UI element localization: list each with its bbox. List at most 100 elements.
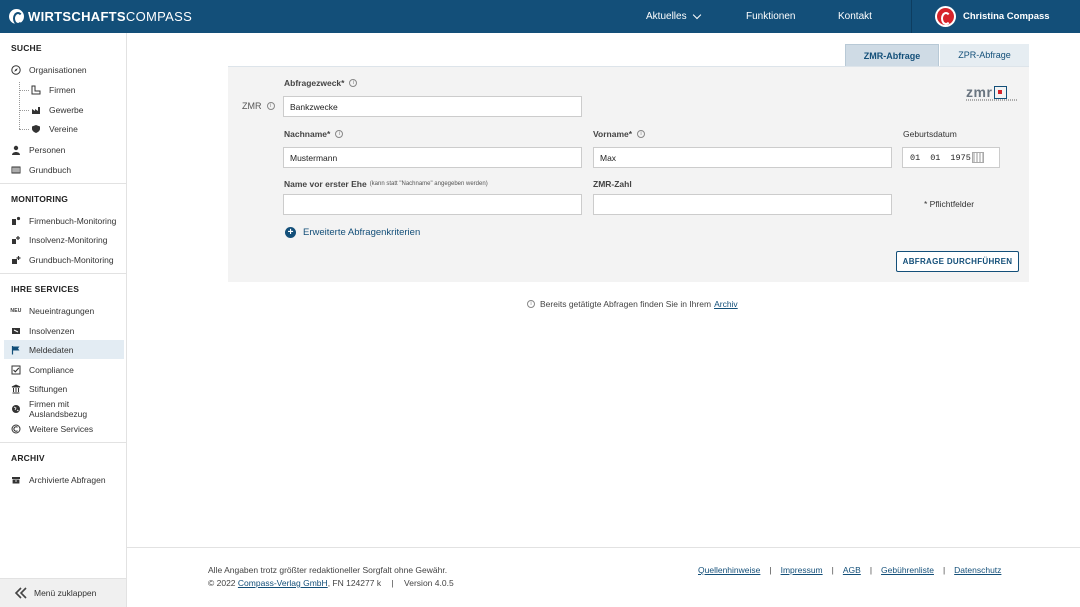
sidebar-item-grundbuch[interactable]: Grundbuch	[4, 160, 124, 179]
archive-note: i Bereits getätigte Abfragen finden Sie …	[527, 299, 738, 309]
sidebar-item-label: Grundbuch	[29, 164, 72, 175]
date-year[interactable]: 1975	[950, 153, 970, 163]
info-icon[interactable]: i	[349, 79, 358, 87]
sidebar-item-weitere-services[interactable]: Weitere Services	[4, 419, 124, 438]
sidebar-section-monitoring: MONITORING	[11, 194, 69, 204]
name-vor-ehe-input[interactable]	[283, 194, 582, 215]
nav-aktuelles[interactable]: Aktuelles	[646, 0, 701, 33]
sidebar-item-label: Weitere Services	[29, 423, 94, 434]
date-month[interactable]: 01	[930, 153, 940, 163]
logo-text-bold: WIRTSCHAFTS	[28, 9, 126, 24]
person-icon	[11, 145, 21, 155]
info-icon: i	[527, 300, 535, 308]
sidebar-item-organisationen[interactable]: Organisationen	[4, 60, 124, 79]
footer-separator: |	[869, 565, 873, 575]
collapse-menu-button[interactable]: Menü zuklappen	[0, 578, 126, 607]
sidebar-item-label: Organisationen	[29, 64, 87, 75]
zmr-zahl-label-text: ZMR-Zahl	[593, 179, 632, 189]
nachname-label: Nachname* i	[284, 129, 344, 139]
sidebar-item-firmen[interactable]: Firmen	[4, 80, 124, 99]
alert-bell-icon	[11, 235, 21, 245]
geburtsdatum-label: Geburtsdatum	[903, 129, 957, 139]
sidebar-item-gewerbe[interactable]: Gewerbe	[4, 100, 124, 119]
abfrage-durchfuehren-button[interactable]: ABFRAGE DURCHFÜHREN	[896, 251, 1019, 272]
user-name: Christina Compass	[963, 11, 1050, 22]
insolvency-icon	[11, 326, 21, 336]
sidebar-item-vereine[interactable]: Vereine	[4, 119, 124, 138]
zmr-side-label: ZMR i	[242, 101, 275, 111]
neu-badge: NEU	[10, 307, 22, 314]
info-icon[interactable]: i	[266, 102, 275, 110]
sidebar-item-label: Compliance	[29, 364, 74, 375]
sidebar-item-neueintragungen[interactable]: NEU Neueintragungen	[4, 301, 124, 320]
globe-icon	[11, 404, 21, 414]
tab-zpr-abfrage[interactable]: ZPR-Abfrage	[940, 44, 1029, 66]
sidebar-section-services: IHRE SERVICES	[11, 284, 80, 294]
abfragezweck-input[interactable]	[283, 96, 582, 117]
sidebar-divider	[0, 442, 126, 443]
sidebar-item-label: Meldedaten	[29, 344, 74, 355]
sidebar-item-grundbuch-monitoring[interactable]: Grundbuch-Monitoring	[4, 250, 124, 269]
avatar	[935, 6, 956, 27]
sidebar-item-auslandsbezug[interactable]: Firmen mit Auslandsbezug	[4, 399, 124, 419]
sidebar-item-meldedaten[interactable]: Meldedaten	[4, 340, 124, 359]
chevron-down-icon	[692, 10, 701, 19]
double-chevron-left-icon	[14, 587, 27, 599]
info-icon[interactable]: i	[335, 130, 344, 138]
sidebar-item-label: Neueintragungen	[29, 305, 95, 316]
compass-logo-icon	[11, 424, 21, 434]
company-link[interactable]: Compass-Verlag GmbH	[238, 578, 328, 588]
sidebar-item-personen[interactable]: Personen	[4, 140, 124, 159]
sidebar-item-archivierte-abfragen[interactable]: Archivierte Abfragen	[4, 470, 124, 489]
info-icon[interactable]: i	[637, 130, 646, 138]
app-logo[interactable]: WIRTSCHAFTSCOMPASS	[9, 9, 193, 25]
footer-link-impressum[interactable]: Impressum	[781, 565, 823, 575]
sidebar-item-firmenbuch-monitoring[interactable]: Firmenbuch-Monitoring	[4, 211, 124, 230]
sidebar-item-label: Firmen	[49, 84, 76, 95]
sidebar-item-insolvenz-monitoring[interactable]: Insolvenz-Monitoring	[4, 230, 124, 249]
footer-links: Quellenhinweise | Impressum | AGB | Gebü…	[698, 565, 1001, 575]
vorname-label: Vorname* i	[593, 129, 646, 139]
zmr-logo: zmr	[966, 85, 1018, 101]
nav-kontakt[interactable]: Kontakt	[838, 0, 872, 33]
tab-zmr-abfrage[interactable]: ZMR-Abfrage	[845, 44, 939, 66]
footer-disclaimer: Alle Angaben trotz größter redaktionelle…	[208, 565, 448, 575]
logo-text-light: COMPASS	[125, 9, 193, 24]
sidebar-item-insolvenzen[interactable]: Insolvenzen	[4, 321, 124, 340]
user-menu[interactable]: Christina Compass	[911, 0, 1080, 33]
zmr-zahl-input[interactable]	[593, 194, 892, 215]
vorname-label-text: Vorname*	[593, 129, 633, 139]
zmr-logo-underline	[966, 99, 1018, 101]
nav-aktuelles-label: Aktuelles	[646, 11, 687, 22]
footer-separator: |	[769, 565, 772, 575]
building-bell-icon	[11, 216, 21, 226]
institution-icon	[11, 383, 21, 394]
sidebar-item-label: Personen	[29, 144, 66, 155]
sidebar-item-label: Grundbuch-Monitoring	[29, 254, 114, 265]
nav-funktionen[interactable]: Funktionen	[746, 0, 795, 33]
nachname-label-text: Nachname*	[284, 129, 331, 139]
sidebar-item-label: Gewerbe	[49, 104, 84, 115]
erweiterte-kriterien-label: Erweiterte Abfragenkriterien	[303, 227, 421, 238]
sidebar-section-archiv: ARCHIV	[11, 453, 45, 463]
zmr-side-label-text: ZMR	[242, 101, 262, 111]
archive-link[interactable]: Archiv	[714, 299, 738, 309]
vorname-input[interactable]	[593, 147, 892, 168]
calendar-icon[interactable]	[972, 152, 984, 163]
footer-link-agb[interactable]: AGB	[843, 565, 861, 575]
zmr-zahl-label: ZMR-Zahl	[593, 179, 632, 189]
collapse-menu-label: Menü zuklappen	[34, 588, 97, 598]
geburtsdatum-input[interactable]: 01 01 1975	[902, 147, 1000, 168]
sidebar-item-compliance[interactable]: Compliance	[4, 360, 124, 379]
sidebar-item-stiftungen[interactable]: Stiftungen	[4, 379, 124, 398]
sidebar-item-label: Insolvenz-Monitoring	[29, 234, 108, 245]
nachname-input[interactable]	[283, 147, 582, 168]
book-bell-icon	[11, 255, 21, 265]
footer-link-gebuehrenliste[interactable]: Gebührenliste	[881, 565, 934, 575]
erweiterte-kriterien-toggle[interactable]: + Erweiterte Abfragenkriterien	[285, 227, 420, 238]
date-day[interactable]: 01	[910, 153, 920, 163]
footer-link-datenschutz[interactable]: Datenschutz	[954, 565, 1001, 575]
name-vor-ehe-label: Name vor erster Ehe (kann statt "Nachnam…	[284, 179, 488, 189]
footer-link-quellenhinweise[interactable]: Quellenhinweise	[698, 565, 760, 575]
checkbox-icon	[11, 365, 21, 375]
